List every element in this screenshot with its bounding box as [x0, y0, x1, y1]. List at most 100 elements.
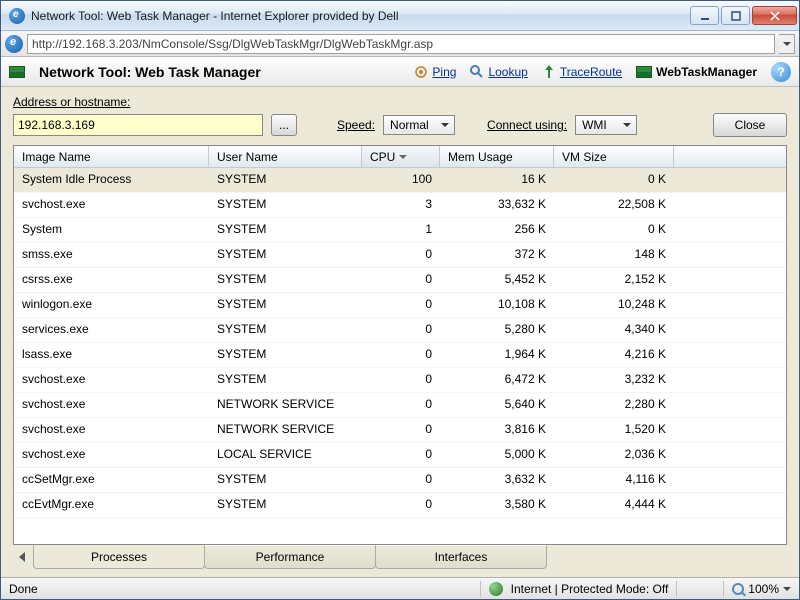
lookup-link[interactable]: Lookup — [470, 65, 527, 79]
tab-interfaces[interactable]: Interfaces — [375, 545, 547, 569]
table-row[interactable]: System Idle ProcessSYSTEM10016 K0 K — [14, 168, 786, 193]
app-title: Network Tool: Web Task Manager — [39, 64, 400, 80]
col-cpu[interactable]: CPU — [362, 146, 440, 167]
cell-cpu: 0 — [362, 418, 440, 442]
table-row[interactable]: SystemSYSTEM1256 K0 K — [14, 218, 786, 243]
cell-cpu: 0 — [362, 368, 440, 392]
table-row[interactable]: svchost.exeNETWORK SERVICE03,816 K1,520 … — [14, 418, 786, 443]
cell-user: LOCAL SERVICE — [209, 443, 362, 467]
col-spacer — [674, 146, 786, 167]
cell-user: SYSTEM — [209, 168, 362, 192]
titlebar[interactable]: Network Tool: Web Task Manager - Interne… — [1, 1, 799, 31]
table-row[interactable]: svchost.exeNETWORK SERVICE05,640 K2,280 … — [14, 393, 786, 418]
col-user-name[interactable]: User Name — [209, 146, 362, 167]
close-window-button[interactable] — [752, 6, 797, 25]
cell-vm: 0 K — [554, 168, 674, 192]
webtask-icon — [636, 66, 652, 78]
browse-button[interactable]: ... — [271, 114, 297, 136]
cell-vm: 4,444 K — [554, 493, 674, 517]
cell-mem: 5,452 K — [440, 268, 554, 292]
cell-mem: 3,816 K — [440, 418, 554, 442]
tab-bar: Processes Performance Interfaces — [13, 545, 787, 569]
cell-user: SYSTEM — [209, 468, 362, 492]
cell-mem: 3,632 K — [440, 468, 554, 492]
ping-label: Ping — [432, 65, 456, 79]
cell-mem: 5,000 K — [440, 443, 554, 467]
page-icon — [5, 35, 23, 53]
col-vm-size[interactable]: VM Size — [554, 146, 674, 167]
url-dropdown[interactable] — [779, 34, 795, 54]
cell-cpu: 0 — [362, 468, 440, 492]
cell-image: svchost.exe — [14, 443, 209, 467]
table-row[interactable]: svchost.exeLOCAL SERVICE05,000 K2,036 K — [14, 443, 786, 468]
page-content: Network Tool: Web Task Manager Ping Look… — [1, 57, 799, 577]
help-button[interactable]: ? — [771, 62, 791, 82]
webtask-label: WebTaskManager — [656, 65, 757, 79]
table-row[interactable]: svchost.exeSYSTEM06,472 K3,232 K — [14, 368, 786, 393]
process-grid: Image Name User Name CPU Mem Usage VM Si… — [13, 145, 787, 545]
table-row[interactable]: services.exeSYSTEM05,280 K4,340 K — [14, 318, 786, 343]
cell-user: SYSTEM — [209, 243, 362, 267]
cell-image: smss.exe — [14, 243, 209, 267]
cell-user: SYSTEM — [209, 193, 362, 217]
cell-mem: 3,580 K — [440, 493, 554, 517]
zoom-control[interactable]: 100% — [732, 582, 791, 596]
cell-image: winlogon.exe — [14, 293, 209, 317]
grid-header: Image Name User Name CPU Mem Usage VM Si… — [14, 146, 786, 168]
minimize-button[interactable] — [690, 6, 719, 25]
sort-indicator-icon — [399, 155, 407, 163]
traceroute-link[interactable]: TraceRoute — [542, 65, 622, 79]
url-field[interactable]: http://192.168.3.203/NmConsole/Ssg/DlgWe… — [27, 34, 775, 54]
table-row[interactable]: ccEvtMgr.exeSYSTEM03,580 K4,444 K — [14, 493, 786, 518]
cell-vm: 0 K — [554, 218, 674, 242]
cell-cpu: 1 — [362, 218, 440, 242]
cell-image: System Idle Process — [14, 168, 209, 192]
cell-user: NETWORK SERVICE — [209, 393, 362, 417]
connect-select[interactable]: WMI — [575, 115, 637, 135]
tab-processes[interactable]: Processes — [33, 545, 205, 569]
table-row[interactable]: winlogon.exeSYSTEM010,108 K10,248 K — [14, 293, 786, 318]
cell-mem: 256 K — [440, 218, 554, 242]
table-row[interactable]: svchost.exeSYSTEM333,632 K22,508 K — [14, 193, 786, 218]
browser-window: Network Tool: Web Task Manager - Interne… — [0, 0, 800, 600]
table-row[interactable]: lsass.exeSYSTEM01,964 K4,216 K — [14, 343, 786, 368]
cell-mem: 16 K — [440, 168, 554, 192]
status-done: Done — [9, 582, 38, 596]
cell-vm: 22,508 K — [554, 193, 674, 217]
cell-vm: 4,216 K — [554, 343, 674, 367]
address-input[interactable] — [13, 114, 263, 136]
cell-image: System — [14, 218, 209, 242]
table-row[interactable]: smss.exeSYSTEM0372 K148 K — [14, 243, 786, 268]
close-button[interactable]: Close — [713, 113, 787, 137]
cell-cpu: 100 — [362, 168, 440, 192]
maximize-button[interactable] — [721, 6, 750, 25]
app-icon — [9, 66, 25, 78]
speed-select[interactable]: Normal — [383, 115, 455, 135]
grid-body[interactable]: System Idle ProcessSYSTEM10016 K0 Ksvcho… — [14, 168, 786, 544]
col-image-name[interactable]: Image Name — [14, 146, 209, 167]
chevron-down-icon — [783, 585, 791, 593]
tab-scroll-left[interactable] — [13, 545, 33, 569]
zoom-value: 100% — [748, 582, 779, 596]
webtaskmanager-link[interactable]: WebTaskManager — [636, 65, 757, 79]
table-row[interactable]: ccSetMgr.exeSYSTEM03,632 K4,116 K — [14, 468, 786, 493]
controls-area: Address or hostname: ... Speed: Normal C… — [1, 87, 799, 141]
cell-image: svchost.exe — [14, 368, 209, 392]
table-row[interactable]: csrss.exeSYSTEM05,452 K2,152 K — [14, 268, 786, 293]
tab-performance[interactable]: Performance — [204, 545, 376, 569]
cell-image: lsass.exe — [14, 343, 209, 367]
cell-cpu: 0 — [362, 243, 440, 267]
traceroute-icon — [542, 65, 556, 79]
cell-image: svchost.exe — [14, 193, 209, 217]
cell-cpu: 0 — [362, 293, 440, 317]
cell-image: svchost.exe — [14, 393, 209, 417]
cell-mem: 6,472 K — [440, 368, 554, 392]
internet-zone-icon — [489, 582, 503, 596]
col-mem-usage[interactable]: Mem Usage — [440, 146, 554, 167]
cell-user: SYSTEM — [209, 268, 362, 292]
lookup-icon — [470, 65, 484, 79]
ie-icon — [9, 8, 25, 24]
cell-image: svchost.exe — [14, 418, 209, 442]
ping-link[interactable]: Ping — [414, 65, 456, 79]
cell-user: NETWORK SERVICE — [209, 418, 362, 442]
